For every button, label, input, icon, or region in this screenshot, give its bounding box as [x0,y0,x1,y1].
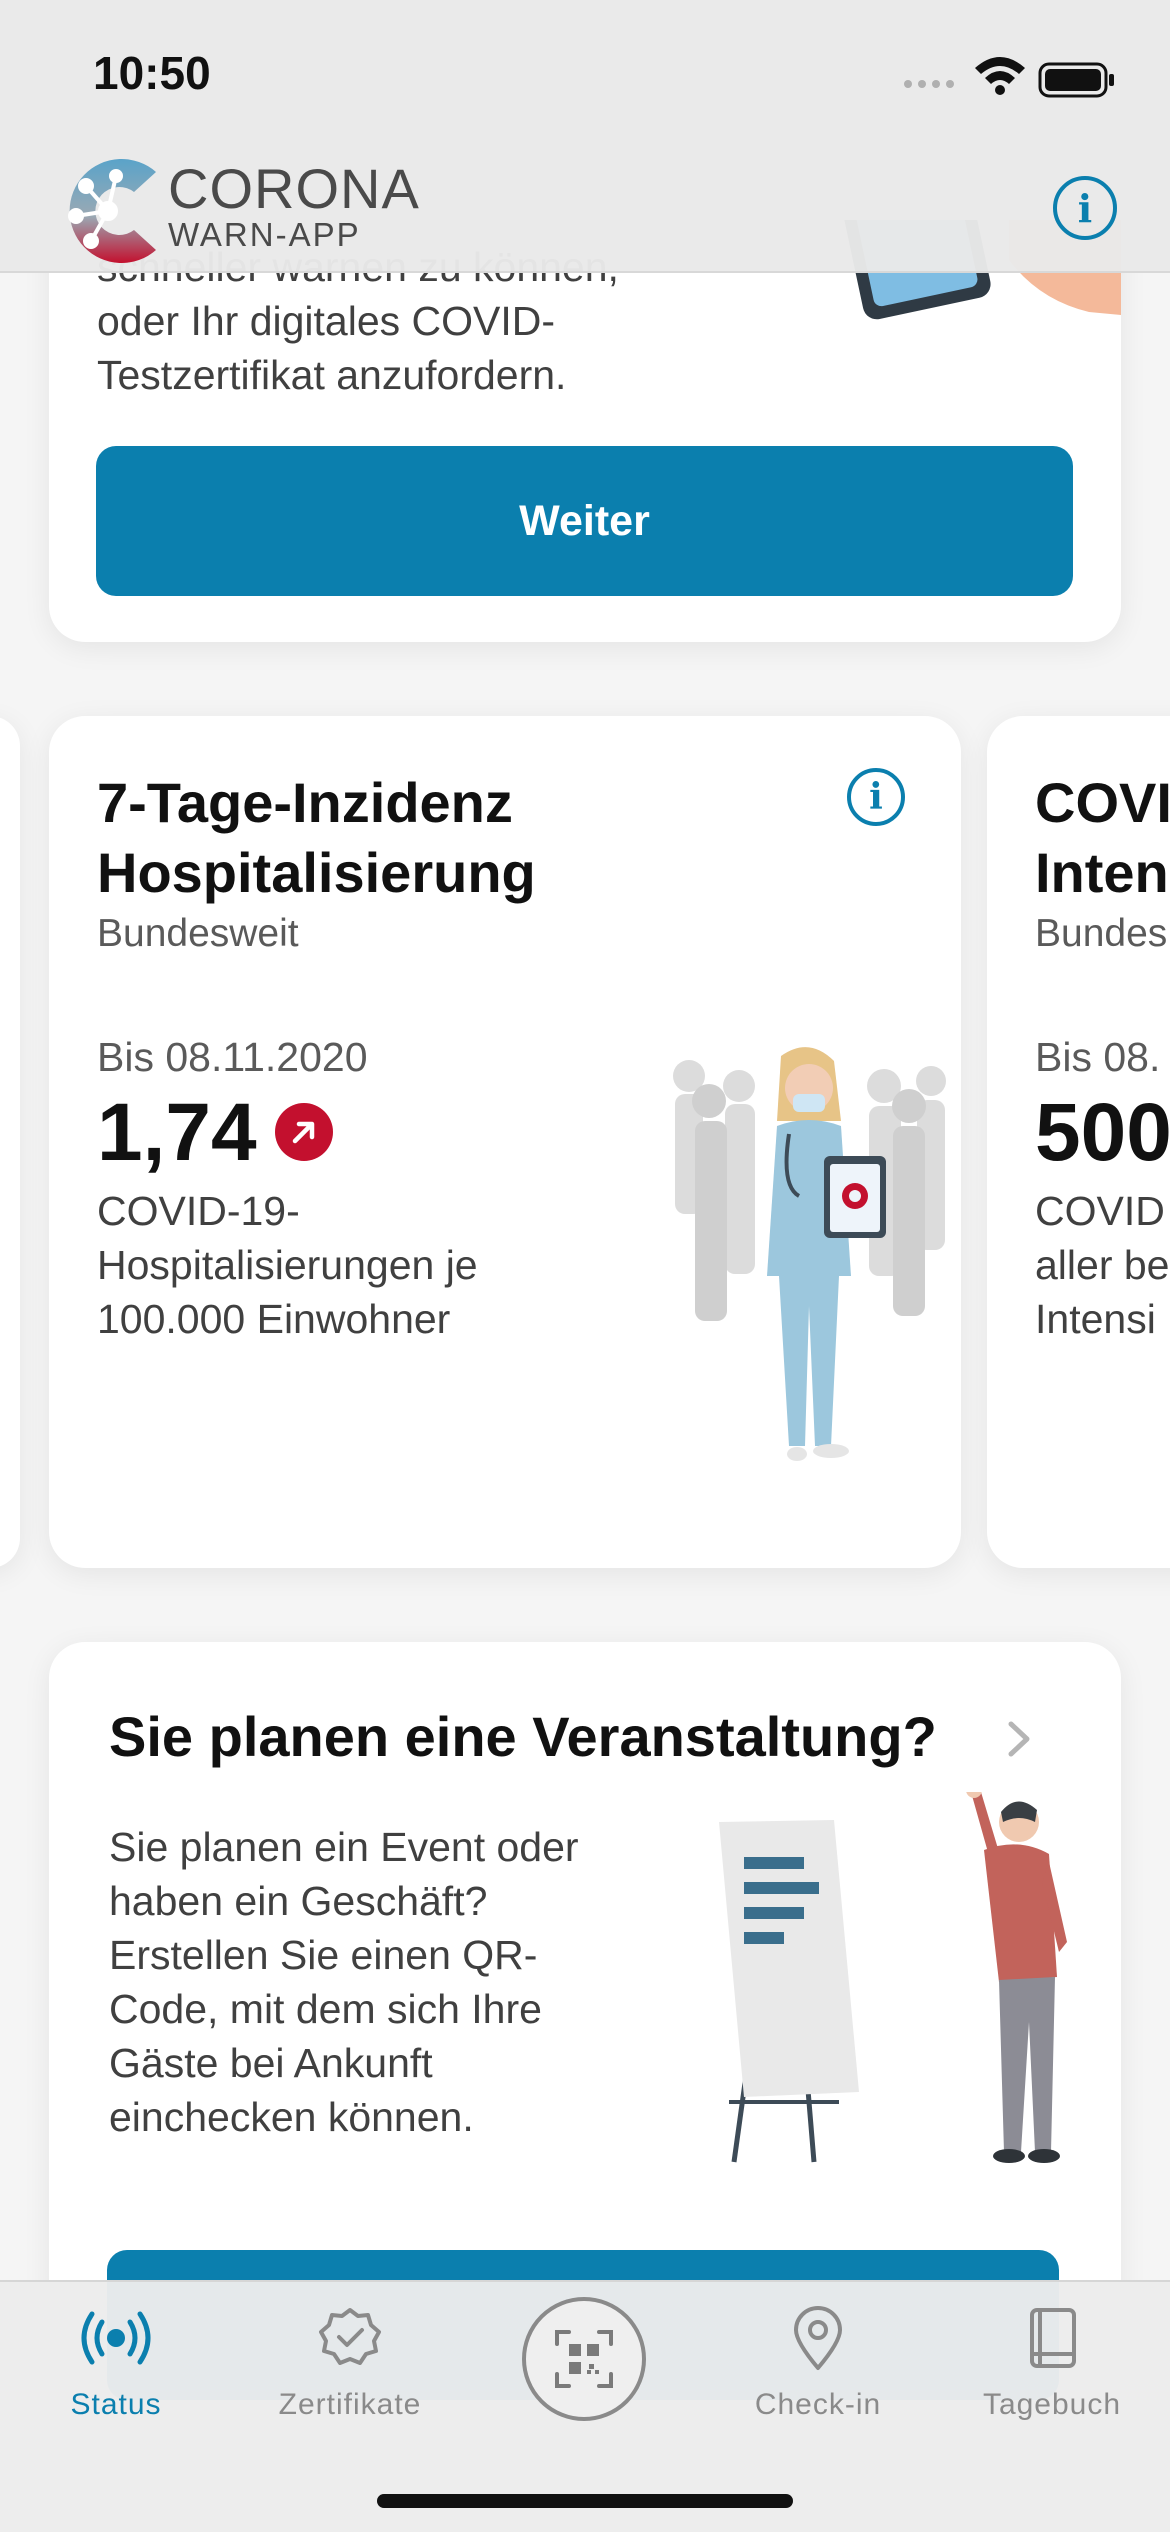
app-info-button[interactable]: i [1053,176,1117,240]
info-icon: i [1077,185,1093,231]
qr-scan-button[interactable] [522,2297,646,2421]
statistic-region: Bundesweit [97,912,299,955]
diary-book-icon [1030,2308,1076,2368]
statistic-date: Bis 08.11.2020 [97,1034,368,1080]
tab-bar: Status Zertifikate Check-in Tagebuch [0,2280,1170,2532]
statistics-card-hospitalization[interactable]: 7-Tage-Inzidenz Hospitalisierung i Bunde… [49,716,961,1568]
presenter-illustration [719,1792,1067,2163]
continue-button[interactable]: Weiter [96,446,1073,596]
status-bar-icons [904,57,1114,98]
tab-label: Zertifikate [278,2388,422,2421]
logo-title: CORONA [168,157,420,220]
statistic-description: COVID-19- Hospitalisierungen je 100.000 … [97,1188,478,1342]
doctor-illustration [673,1047,946,1461]
home-scroll-view[interactable]: schneller warnen zu können, oder Ihr dig… [0,0,1170,2532]
tab-check-in[interactable]: Check-in [718,2302,918,2442]
location-pin-icon [794,2306,842,2370]
statistic-region: Bundes [1035,912,1168,955]
battery-icon [1038,62,1114,98]
statistics-card-intensive-care[interactable]: COVI Inten Bundes Bis 08. 500 COVID alle… [987,716,1170,1568]
home-indicator [377,2494,793,2508]
statistic-value: 500 [1035,1087,1170,1178]
statistics-card-previous[interactable] [0,716,20,1568]
app-header: 10:50 CORONA WARN-APP i [0,0,1170,273]
status-bar-time: 10:50 [93,47,211,99]
tab-status[interactable]: Status [16,2302,216,2442]
corona-warn-app-logo-icon [68,159,156,263]
event-card-title: Sie planen eine Veranstaltung? [109,1705,937,1768]
logo-subtitle: WARN-APP [168,216,361,253]
tab-diary[interactable]: Tagebuch [952,2302,1152,2442]
tab-certificates[interactable]: Zertifikate [250,2302,450,2442]
chevron-right-icon [1008,1721,1030,1757]
statistic-title: COVI Inten [1035,771,1170,904]
wifi-icon [975,57,1025,95]
event-card-text: Sie planen ein Event oder haben ein Gesc… [109,1824,579,2140]
tab-label: Check-in [754,2388,882,2421]
tab-label: Tagebuch [982,2388,1122,2421]
tab-label: Status [70,2388,162,2421]
statistic-description: COVID aller be Intensi [1035,1188,1170,1342]
trend-up-icon [275,1103,333,1161]
qr-scan-icon [555,2330,613,2388]
statistic-value: 1,74 [97,1087,257,1178]
certificate-icon [319,2308,381,2365]
statistic-info-button[interactable]: i [847,768,905,826]
statistic-date: Bis 08. [1035,1034,1161,1080]
status-icon [81,2311,151,2365]
info-icon: i [869,776,883,818]
statistic-title: 7-Tage-Inzidenz Hospitalisierung [97,771,536,904]
